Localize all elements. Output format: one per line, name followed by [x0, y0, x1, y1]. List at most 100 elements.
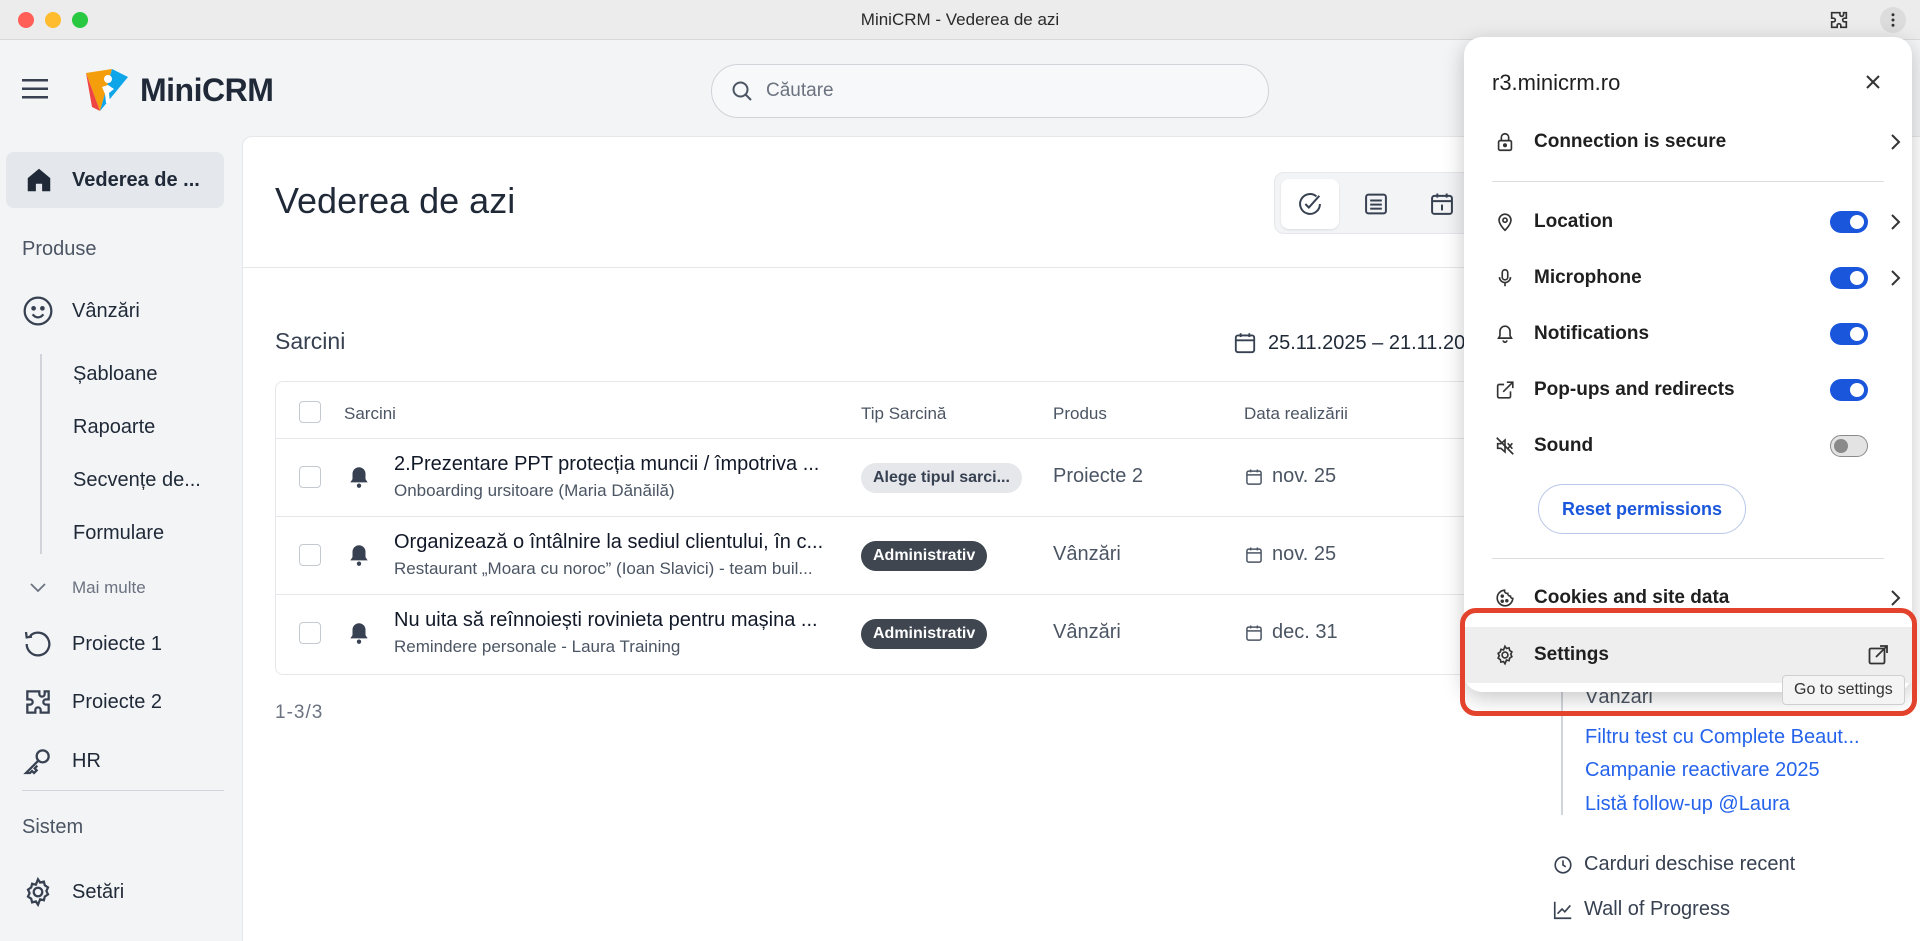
list-view-button[interactable] — [1347, 179, 1405, 229]
reset-permissions-button[interactable]: Reset permissions — [1538, 484, 1746, 534]
sidebar-item-label: Vânzări — [72, 299, 140, 322]
section-title: Sarcini — [275, 328, 346, 354]
permission-sound[interactable]: Sound — [1492, 426, 1892, 466]
view-switcher — [1274, 172, 1474, 234]
sidebar-item-proiecte1[interactable]: Proiecte 1 — [22, 628, 162, 660]
row-checkbox[interactable] — [299, 622, 321, 644]
select-all-checkbox[interactable] — [299, 401, 321, 423]
history-icon — [24, 631, 51, 657]
popups-toggle[interactable] — [1830, 379, 1868, 401]
wall-of-progress-label: Wall of Progress — [1584, 898, 1730, 920]
more-vertical-icon[interactable] — [1880, 7, 1906, 33]
location-pin-icon — [1498, 213, 1512, 232]
window-title: MiniCRM - Vederea de azi — [860, 10, 1060, 29]
sidebar-divider — [22, 790, 224, 791]
task-due-date: nov. 25 — [1244, 465, 1336, 488]
sidebar-subitem-sabloane[interactable]: Șabloane — [73, 363, 158, 386]
bell-icon — [350, 623, 368, 644]
recent-cards-label: Carduri deschise recent — [1584, 853, 1796, 875]
sound-off-icon — [1496, 437, 1514, 455]
close-popup-button[interactable] — [1858, 67, 1888, 97]
column-header-data[interactable]: Data realizării — [1244, 404, 1348, 424]
permission-location[interactable]: Location — [1492, 202, 1901, 242]
chevron-right-icon[interactable] — [1883, 210, 1907, 234]
due-date-text: dec. 31 — [1272, 621, 1338, 643]
sidebar-item-vanzari[interactable]: Vânzări — [22, 295, 140, 327]
cookie-icon — [1496, 589, 1514, 607]
search-input[interactable] — [766, 80, 1226, 102]
list-icon — [1365, 193, 1387, 215]
notifications-toggle[interactable] — [1830, 323, 1868, 345]
key-icon — [23, 749, 50, 775]
column-header-produs[interactable]: Produs — [1053, 404, 1107, 424]
brand-logo[interactable]: MiniCRM — [82, 67, 274, 113]
site-info-popup: r3.minicrm.ro Connection is secure Locat… — [1464, 37, 1912, 692]
permission-notifications[interactable]: Notifications — [1492, 314, 1892, 354]
task-title[interactable]: Nu uita să reînnoiești rovinieta pentru … — [394, 609, 818, 632]
popup-divider — [1492, 181, 1884, 182]
row-checkbox[interactable] — [299, 466, 321, 488]
sidebar-more-label: Mai multe — [72, 578, 146, 597]
table-row[interactable]: 2.Prezentare PPT protecția muncii / împo… — [276, 438, 1574, 516]
task-title[interactable]: Organizează o întâlnire la sediul client… — [394, 531, 823, 554]
location-toggle[interactable] — [1830, 211, 1868, 233]
connection-row[interactable]: Connection is secure — [1492, 122, 1901, 162]
calendar-icon — [1246, 625, 1262, 641]
permission-microphone[interactable]: Microphone — [1492, 258, 1901, 298]
date-range-picker[interactable]: 25.11.2025 – 21.11.202 — [1232, 330, 1476, 356]
external-link-icon[interactable] — [1866, 643, 1890, 667]
sidebar-item-setari[interactable]: Setări — [22, 876, 124, 908]
filter-link[interactable]: Filtru test cu Complete Beaut... — [1585, 726, 1860, 749]
filter-link[interactable]: Campanie reactivare 2025 — [1585, 759, 1820, 782]
task-title[interactable]: 2.Prezentare PPT protecția muncii / împo… — [394, 453, 819, 476]
sidebar-subitem-secvente[interactable]: Secvențe de... — [73, 469, 201, 492]
cookies-row[interactable]: Cookies and site data — [1492, 578, 1901, 618]
permission-popups[interactable]: Pop-ups and redirects — [1492, 370, 1892, 410]
table-row[interactable]: Nu uita să reînnoiești rovinieta pentru … — [276, 594, 1574, 672]
external-link-icon — [1496, 381, 1514, 399]
due-date-text: nov. 25 — [1272, 543, 1337, 565]
row-checkbox[interactable] — [299, 544, 321, 566]
permission-label: Pop-ups and redirects — [1534, 379, 1735, 400]
bell-outline-icon — [1497, 325, 1513, 344]
filter-link[interactable]: Listă follow-up @Laura — [1585, 793, 1790, 816]
minicrm-logo-icon — [86, 69, 128, 111]
wall-of-progress-item[interactable]: Wall of Progress — [1552, 898, 1730, 921]
sidebar-item-proiecte2[interactable]: Proiecte 2 — [22, 686, 162, 718]
pagination-info: 1-3/3 — [275, 702, 324, 723]
clock-icon — [1554, 855, 1572, 874]
task-product: Proiecte 2 — [1053, 465, 1144, 487]
cookies-label: Cookies and site data — [1534, 587, 1730, 608]
sound-toggle[interactable] — [1830, 435, 1868, 457]
sidebar-item-hr[interactable]: HR — [22, 745, 101, 777]
sidebar-item-label: Setări — [72, 880, 125, 903]
recent-cards-item[interactable]: Carduri deschise recent — [1552, 853, 1795, 876]
chevron-right-icon[interactable] — [1883, 266, 1907, 290]
calendar-icon — [1246, 547, 1262, 563]
smile-icon — [23, 296, 53, 326]
microphone-toggle[interactable] — [1830, 267, 1868, 289]
task-view-button[interactable] — [1281, 179, 1339, 229]
task-type-badge[interactable]: Administrativ — [861, 619, 988, 649]
task-type-badge[interactable]: Administrativ — [861, 541, 988, 571]
puzzle-icon — [26, 690, 50, 714]
column-header-tip[interactable]: Tip Sarcină — [861, 404, 946, 424]
search-box[interactable] — [711, 64, 1269, 118]
bell-icon — [350, 545, 368, 566]
sidebar-more-toggle[interactable]: Mai multe — [28, 578, 146, 598]
column-header-sarcini[interactable]: Sarcini — [344, 404, 396, 424]
hamburger-menu-icon[interactable] — [22, 78, 50, 100]
sidebar-subitem-rapoarte[interactable]: Rapoarte — [73, 416, 155, 439]
sidebar-subitem-formulare[interactable]: Formulare — [73, 522, 164, 545]
window-titlebar: MiniCRM - Vederea de azi — [0, 0, 1920, 40]
site-domain: r3.minicrm.ro — [1492, 70, 1621, 95]
task-type-badge[interactable]: Alege tipul sarci... — [861, 463, 1022, 493]
permission-label: Notifications — [1534, 323, 1650, 344]
calendar-view-button[interactable] — [1413, 179, 1471, 229]
table-row[interactable]: Organizează o întâlnire la sediul client… — [276, 516, 1574, 594]
puzzle-icon[interactable] — [1826, 7, 1852, 33]
settings-tooltip: Go to settings — [1782, 675, 1905, 705]
sidebar-item-today-view[interactable]: Vederea de ... — [6, 152, 224, 208]
date-range-text: 25.11.2025 – 21.11.202 — [1268, 331, 1477, 354]
brand-name: MiniCRM — [140, 71, 274, 108]
